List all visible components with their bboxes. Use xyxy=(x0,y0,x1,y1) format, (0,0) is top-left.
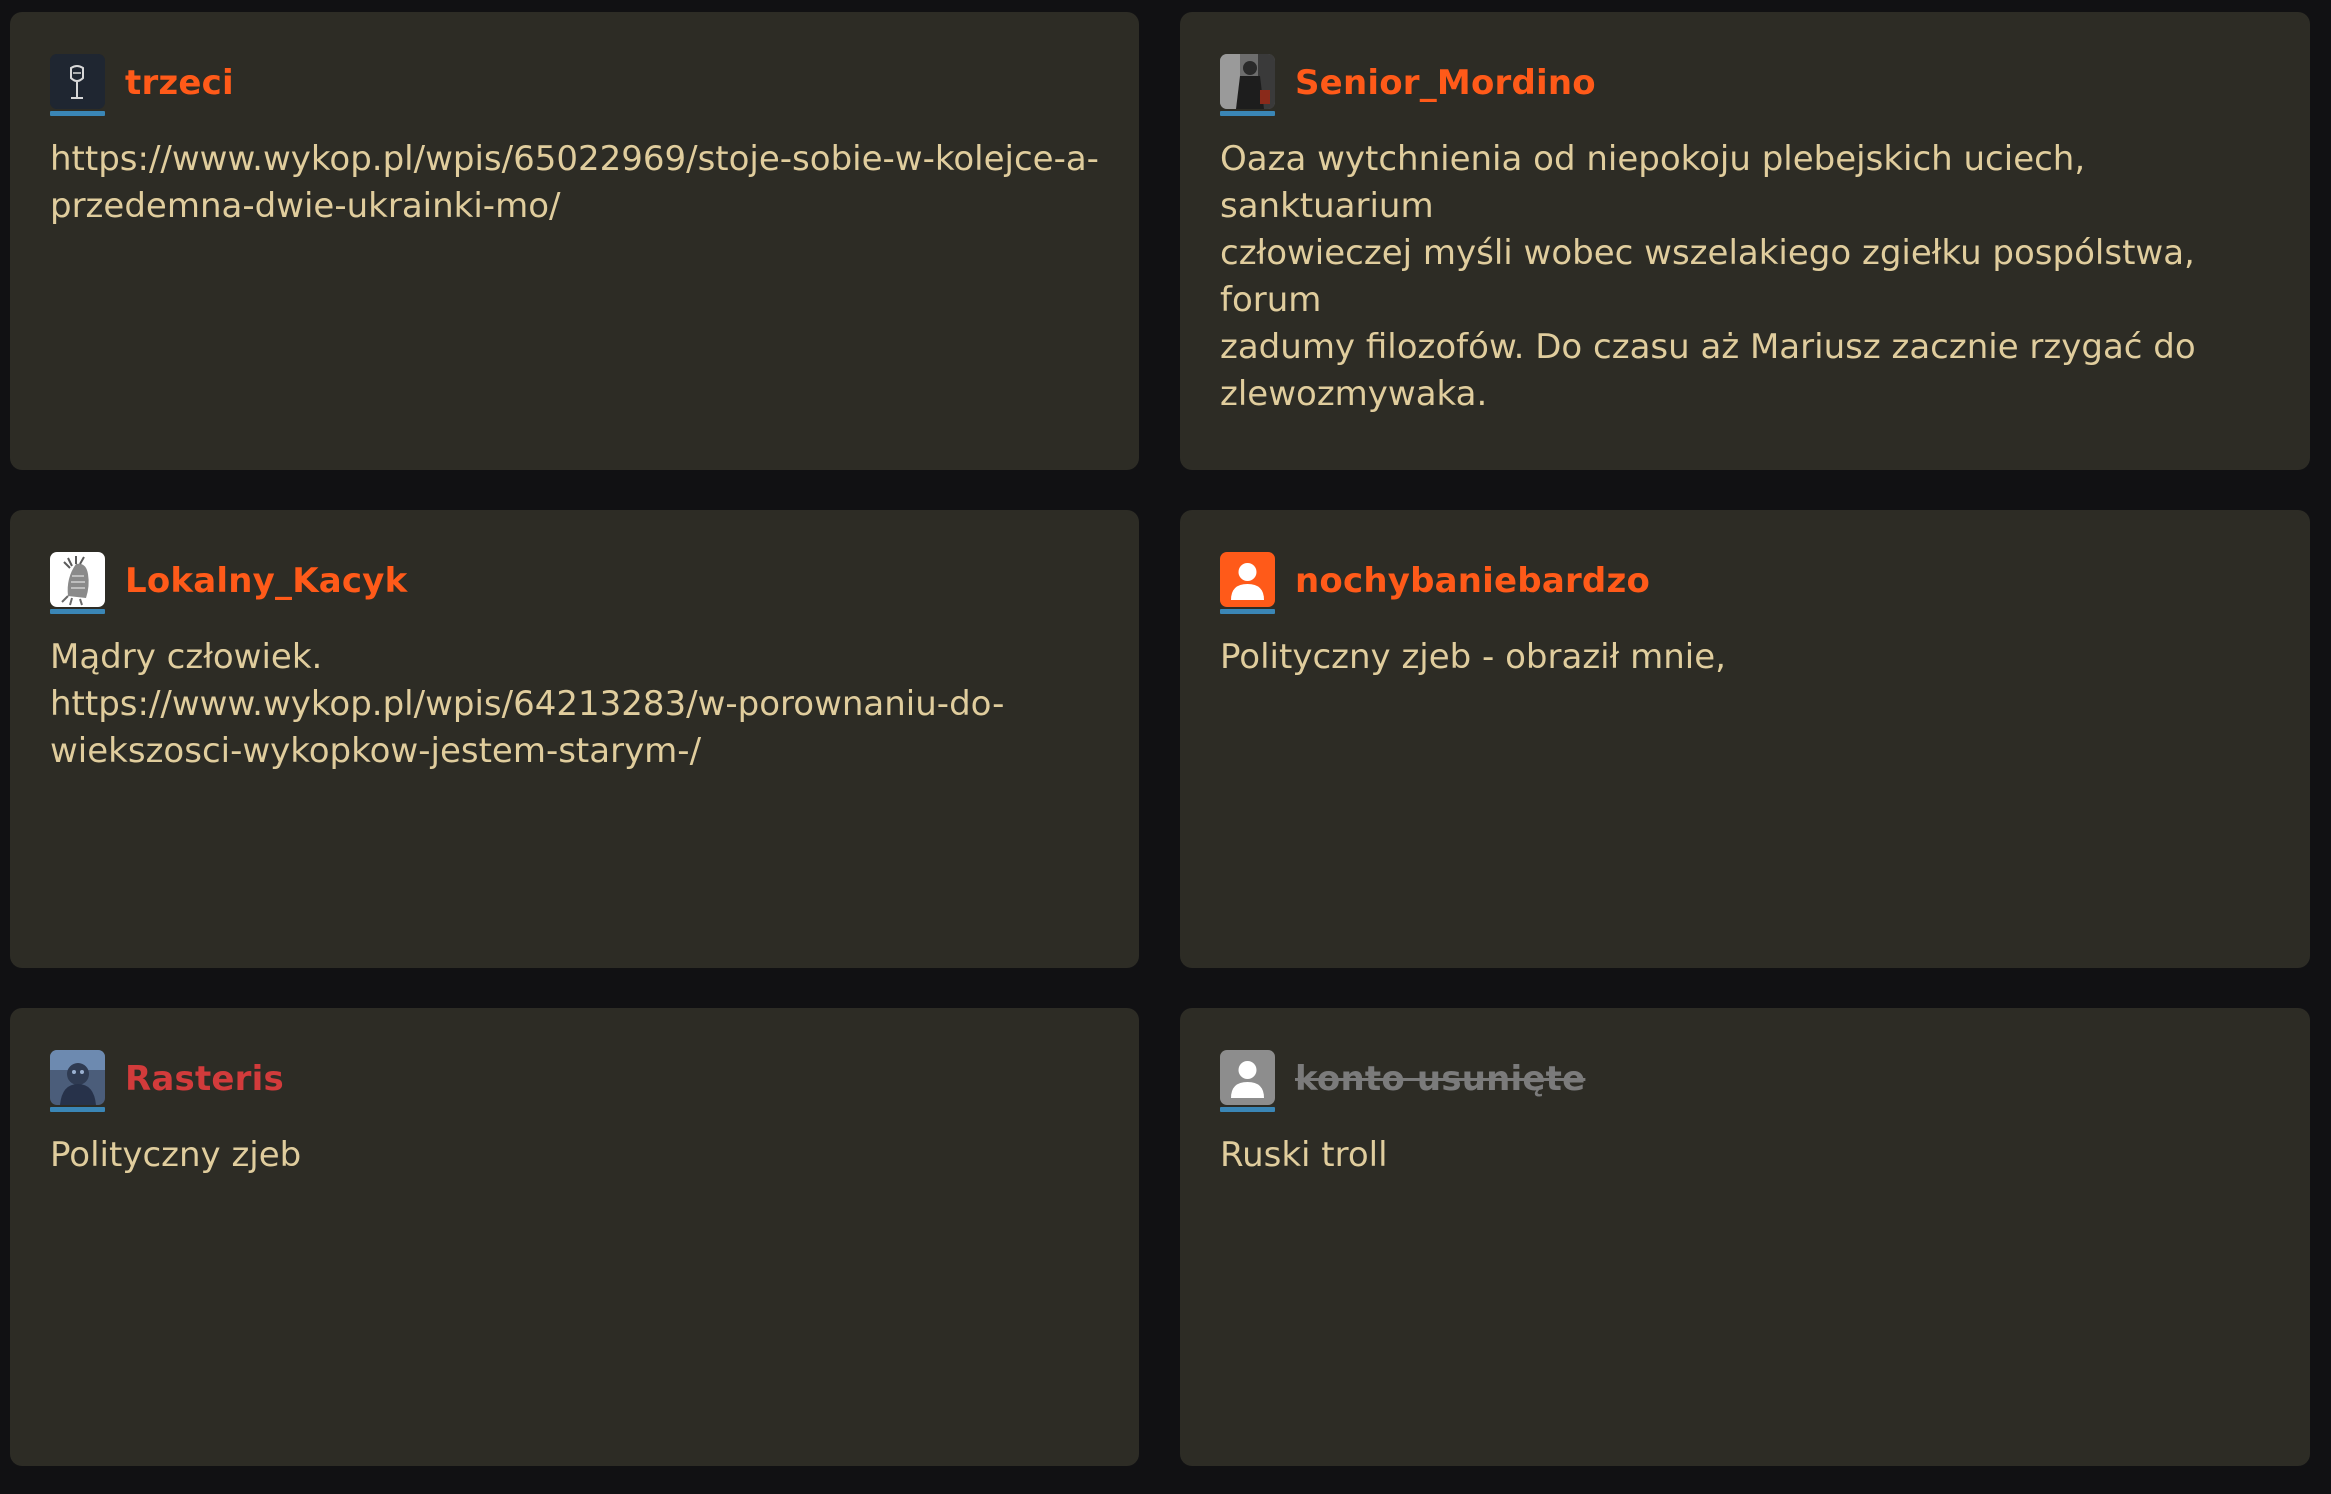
avatar xyxy=(1220,1050,1275,1112)
comment-card: konto usunięte Ruski troll xyxy=(1180,1008,2310,1466)
default-user-avatar-icon xyxy=(1220,552,1275,607)
comment-card: Lokalny_Kacyk Mądry człowiek. https://ww… xyxy=(10,510,1139,968)
comment-line: Oaza wytchnienia od niepokoju plebejskic… xyxy=(1220,139,2086,226)
comment-header: trzeci xyxy=(50,54,1099,116)
comment-line: Ruski troll xyxy=(1220,1135,1388,1175)
username-link[interactable]: Lokalny_Kacyk xyxy=(125,561,407,601)
comment-line[interactable]: https://www.wykop.pl/wpis/64213283/w-por… xyxy=(50,681,1099,728)
avatar-underline xyxy=(50,609,105,614)
comment-line: zadumy filozofów. Do czasu aż Mariusz za… xyxy=(1220,327,2196,367)
avatar[interactable] xyxy=(50,1050,105,1112)
comment-body: Polityczny zjeb xyxy=(50,1132,1099,1179)
username-link[interactable]: trzeci xyxy=(125,63,234,103)
comment-line: Mądry człowiek. xyxy=(50,637,323,677)
comment-header: Lokalny_Kacyk xyxy=(50,552,1099,614)
avatar-underline xyxy=(1220,111,1275,116)
comment-header: konto usunięte xyxy=(1220,1050,2270,1112)
avatar-underline xyxy=(50,1107,105,1112)
comment-card: trzeci https://www.wykop.pl/wpis/6502296… xyxy=(10,12,1139,470)
photo-avatar-icon xyxy=(1220,54,1275,109)
avatar[interactable] xyxy=(1220,54,1275,116)
comment-card: nochybaniebardzo Polityczny zjeb - obraz… xyxy=(1180,510,2310,968)
avatar-underline xyxy=(1220,1107,1275,1112)
wine-glass-avatar-icon xyxy=(50,54,105,109)
username-link[interactable]: nochybaniebardzo xyxy=(1295,561,1650,601)
comment-body: Polityczny zjeb - obraził mnie, xyxy=(1220,634,2270,681)
comment-body: Mądry człowiek. https://www.wykop.pl/wpi… xyxy=(50,634,1099,775)
comment-line[interactable]: wiekszosci-wykopkow-jestem-starym-/ xyxy=(50,728,1099,775)
comment-body: Oaza wytchnienia od niepokoju plebejskic… xyxy=(1220,136,2270,418)
comment-line: Polityczny zjeb - obraził mnie, xyxy=(1220,637,1726,677)
avatar[interactable] xyxy=(50,552,105,614)
headdress-avatar-icon xyxy=(50,552,105,607)
comment-body: https://www.wykop.pl/wpis/65022969/stoje… xyxy=(50,136,1099,230)
comment-body: Ruski troll xyxy=(1220,1132,2270,1179)
comment-card: Senior_Mordino Oaza wytchnienia od niepo… xyxy=(1180,12,2310,470)
username-deleted: konto usunięte xyxy=(1295,1059,1586,1099)
comment-header: nochybaniebardzo xyxy=(1220,552,2270,614)
avatar-underline xyxy=(1220,609,1275,614)
comment-grid: trzeci https://www.wykop.pl/wpis/6502296… xyxy=(10,12,2311,1466)
comment-header: Senior_Mordino xyxy=(1220,54,2270,116)
photo-avatar-icon xyxy=(50,1050,105,1105)
deleted-user-avatar-icon xyxy=(1220,1050,1275,1105)
comment-line[interactable]: https://www.wykop.pl/wpis/65022969/stoje… xyxy=(50,136,1099,183)
comment-line: człowieczej myśli wobec wszelakiego zgie… xyxy=(1220,233,2195,320)
username-link[interactable]: Rasteris xyxy=(125,1059,284,1099)
comment-header: Rasteris xyxy=(50,1050,1099,1112)
comment-line: zlewozmywaka. xyxy=(1220,374,1488,414)
comment-card: Rasteris Polityczny zjeb xyxy=(10,1008,1139,1466)
avatar[interactable] xyxy=(50,54,105,116)
avatar[interactable] xyxy=(1220,552,1275,614)
comment-line[interactable]: przedemna-dwie-ukrainki-mo/ xyxy=(50,183,1099,230)
comment-line: Polityczny zjeb xyxy=(50,1135,302,1175)
username-link[interactable]: Senior_Mordino xyxy=(1295,63,1596,103)
avatar-underline xyxy=(50,111,105,116)
